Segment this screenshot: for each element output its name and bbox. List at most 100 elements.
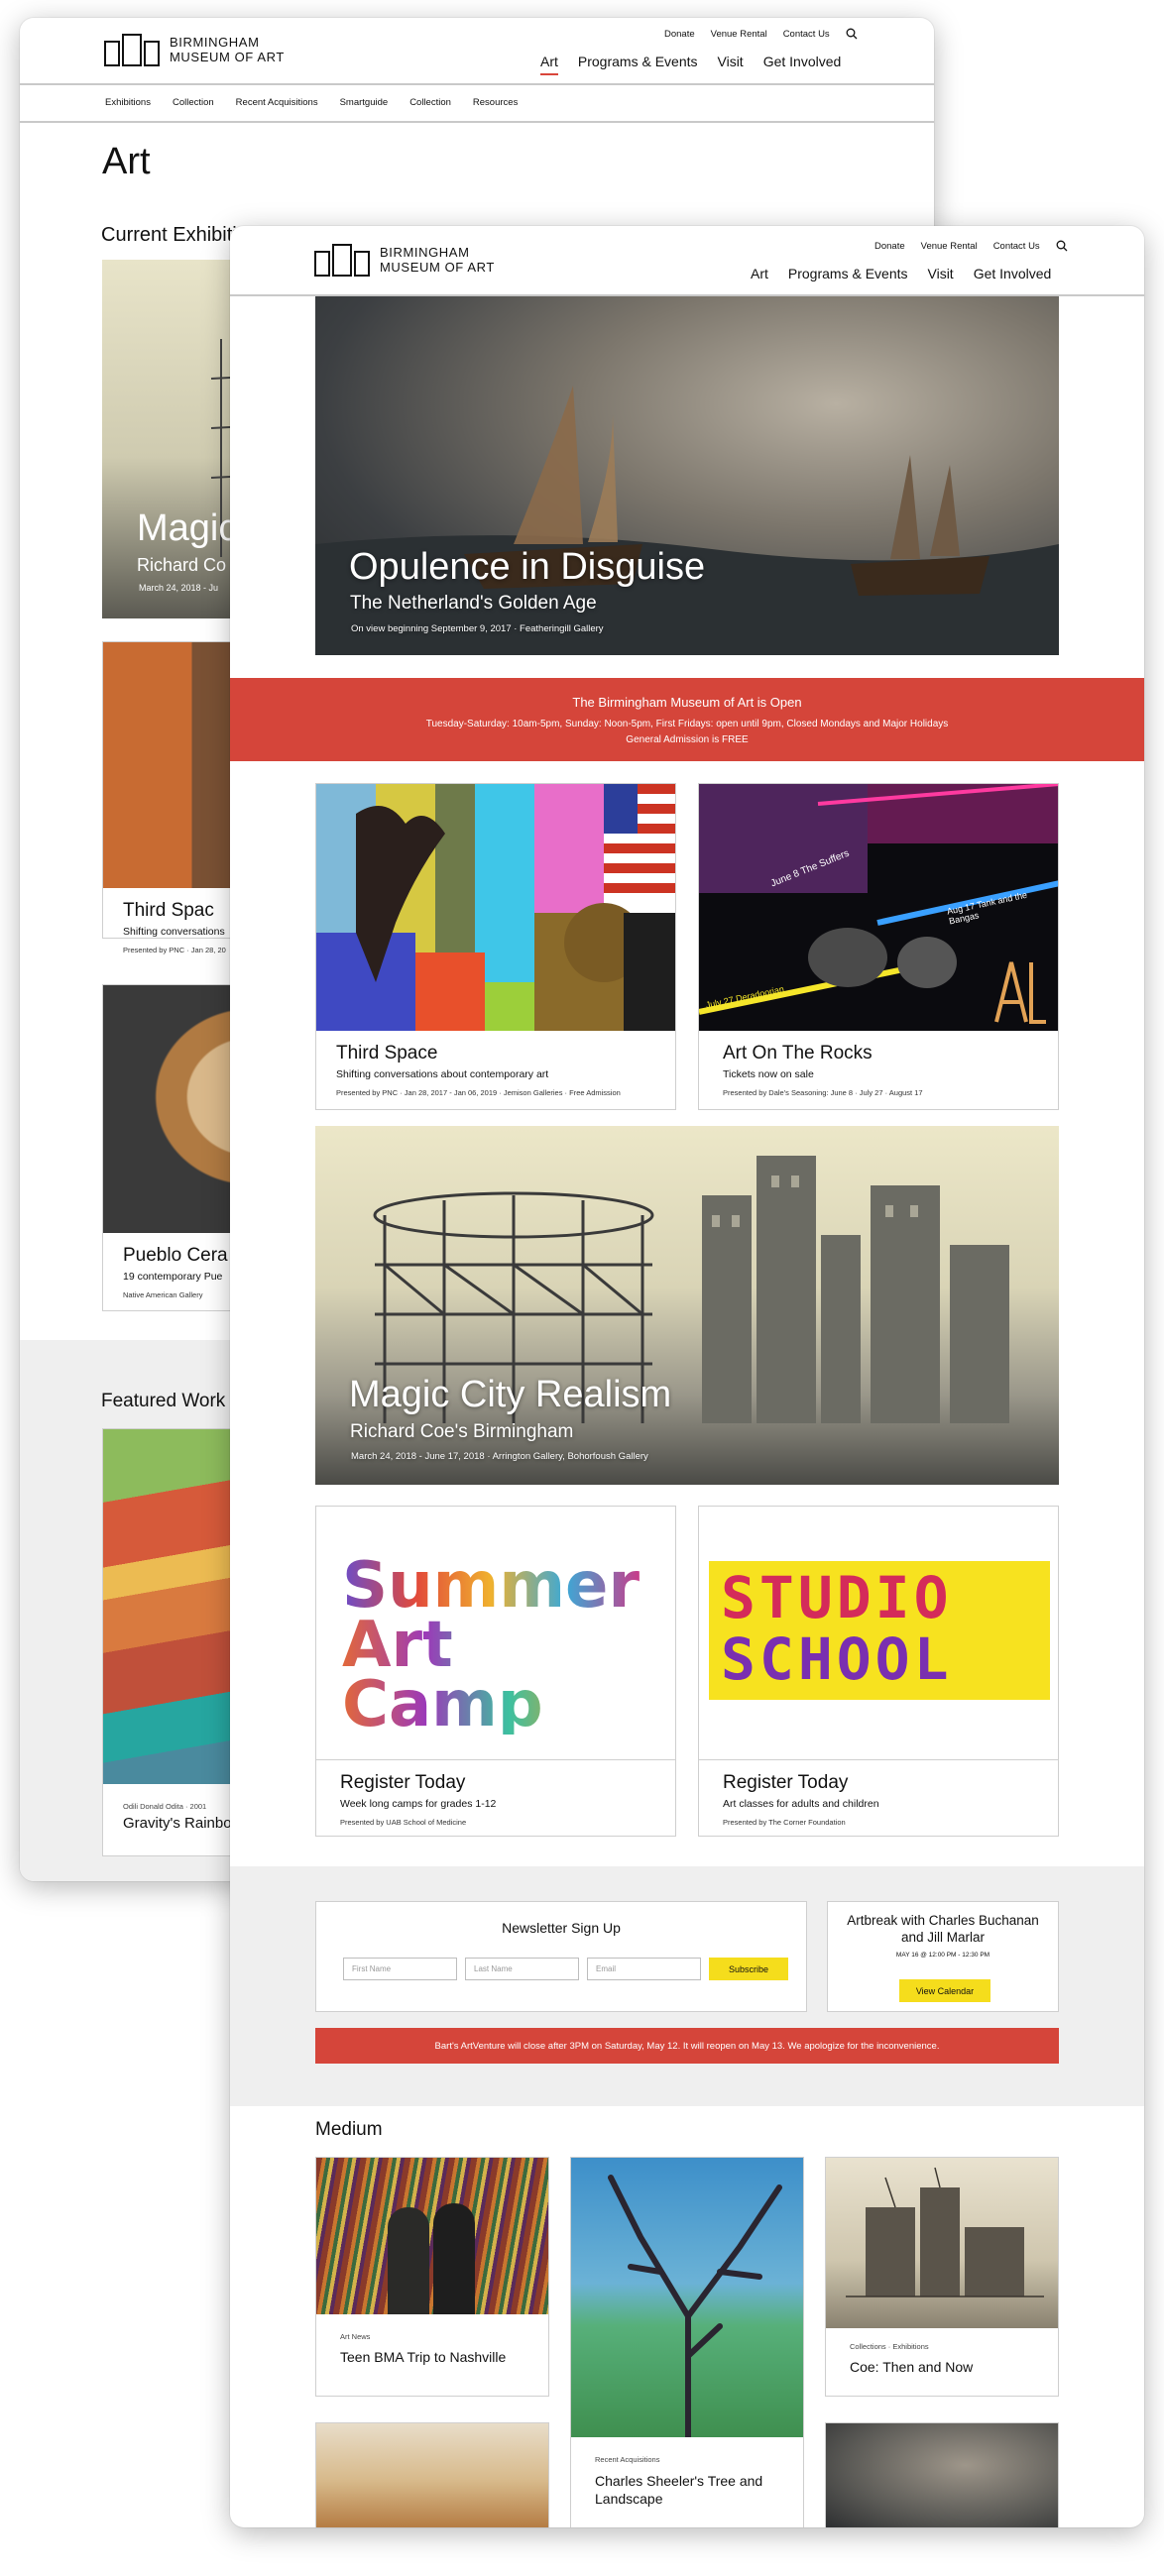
sheeler-tree-title: Charles Sheeler's Tree and Landscape	[595, 2473, 763, 2507]
art-on-rocks-meta: Presented by Dale's Seasoning: June 8 · …	[723, 1088, 923, 1097]
util-venue-rental[interactable]: Venue Rental	[921, 241, 978, 252]
magic-city-title: Magic City Realism	[349, 1374, 672, 1415]
medium-card-sheeler-tree[interactable]: Recent Acquisitions Charles Sheeler's Tr…	[570, 2157, 804, 2527]
brand-logo-front[interactable]: BIRMINGHAM MUSEUM OF ART	[314, 242, 495, 278]
card-third-space[interactable]: Third Space Shifting conversations about…	[315, 783, 676, 1110]
magic-city-subtitle: Richard Coe's Birmingham	[350, 1421, 574, 1442]
studio-school-caption: Register Today Art classes for adults an…	[699, 1760, 1058, 1836]
artbreak-date: MAY 16 @ 12:00 PM - 12:30 PM	[895, 1952, 990, 1959]
coe-tag: Collections · Exhibitions	[850, 2342, 929, 2351]
teen-bma-photo	[316, 2158, 548, 2314]
art-on-rocks-title: Art On The Rocks	[723, 1043, 873, 1064]
utility-nav: Donate Venue Rental Contact Us	[874, 240, 1068, 252]
artbreak-box: Artbreak with Charles Buchanan and Jill …	[827, 1901, 1059, 2012]
nav-programs-events[interactable]: Programs & Events	[578, 54, 698, 75]
util-donate[interactable]: Donate	[664, 29, 695, 40]
open-hours-banner: The Birmingham Museum of Art is Open Tue…	[230, 678, 1144, 761]
view-calendar-button[interactable]: View Calendar	[899, 1979, 990, 2002]
last-name-field[interactable]	[465, 1958, 579, 1980]
sheeler-tree-caption: Recent Acquisitions Charles Sheeler's Tr…	[571, 2437, 803, 2527]
ship-painting-photo	[826, 2423, 1058, 2527]
sheeler-tree-tag: Recent Acquisitions	[595, 2455, 660, 2464]
brand-logo[interactable]: BIRMINGHAM MUSEUM OF ART	[104, 32, 285, 67]
medium-heading: Medium	[315, 2119, 383, 2140]
artbreak-title[interactable]: Artbreak with Charles Buchanan and Jill …	[838, 1912, 1048, 1946]
hero-magic-city[interactable]: Magic City Realism Richard Coe's Birming…	[315, 1126, 1059, 1485]
back-magic-sub: Richard Co	[137, 555, 227, 575]
medium-card-gallery-interior[interactable]	[315, 2422, 549, 2527]
nav-art[interactable]: Art	[751, 266, 768, 285]
nav-get-involved[interactable]: Get Involved	[763, 54, 842, 75]
summer-camp-lettering-1: Summer	[342, 1549, 640, 1623]
open-banner-hours: Tuesday-Saturday: 10am-5pm, Sunday: Noon…	[425, 719, 949, 729]
gallery-interior-photo	[316, 2423, 548, 2527]
art-on-rocks-poster: June 8 The Suffers Aug 17 Tank and the B…	[699, 784, 1058, 1031]
subnav-exhibitions[interactable]: Exhibitions	[105, 97, 151, 108]
newsletter-heading: Newsletter Sign Up	[502, 1920, 621, 1936]
subnav-smartguide[interactable]: Smartguide	[340, 97, 389, 108]
card-art-on-the-rocks[interactable]: June 8 The Suffers Aug 17 Tank and the B…	[698, 783, 1059, 1110]
utility-nav: Donate Venue Rental Contact Us	[664, 28, 858, 40]
main-nav: Art Programs & Events Visit Get Involved	[540, 54, 841, 75]
third-space-caption: Third Space Shifting conversations about…	[316, 1031, 675, 1109]
medium-card-teen-bma[interactable]: Art News Teen BMA Trip to Nashville	[315, 2157, 549, 2397]
summer-camp-lettering-2: Art Camp	[342, 1614, 675, 1736]
subnav-divider	[20, 121, 934, 123]
teen-bma-title: Teen BMA Trip to Nashville	[340, 2349, 507, 2365]
search-icon[interactable]	[1056, 240, 1068, 252]
email-field[interactable]	[587, 1958, 701, 1980]
third-space-collage	[316, 784, 675, 1031]
hero-opulence[interactable]: Opulence in Disguise The Netherland's Go…	[315, 296, 1059, 655]
third-space-meta: Presented by PNC · Jan 28, 2017 - Jan 06…	[336, 1088, 621, 1097]
util-contact-us[interactable]: Contact Us	[993, 241, 1040, 252]
subnav-resources[interactable]: Resources	[473, 97, 518, 108]
subscribe-button[interactable]: Subscribe	[709, 1958, 788, 1980]
util-contact-us[interactable]: Contact Us	[783, 29, 830, 40]
art-on-rocks-caption: Art On The Rocks Tickets now on sale Pre…	[699, 1031, 1058, 1109]
brand-name: BIRMINGHAM MUSEUM OF ART	[380, 245, 495, 275]
closure-banner: Bart's ArtVenture will close after 3PM o…	[315, 2028, 1059, 2064]
hero-title: Opulence in Disguise	[349, 546, 706, 588]
summer-camp-title: Register Today	[340, 1772, 466, 1793]
first-name-field[interactable]	[343, 1958, 457, 1980]
main-nav: Art Programs & Events Visit Get Involved	[751, 266, 1051, 285]
util-venue-rental[interactable]: Venue Rental	[711, 29, 767, 40]
logo-mark-icon	[104, 34, 160, 66]
front-browser-window: BIRMINGHAM MUSEUM OF ART Donate Venue Ren…	[230, 226, 1144, 2527]
medium-card-ship-painting[interactable]	[825, 2422, 1059, 2527]
search-icon[interactable]	[846, 28, 858, 40]
nav-art[interactable]: Art	[540, 54, 558, 75]
coe-caption: Collections · Exhibitions Coe: Then and …	[826, 2328, 1058, 2396]
subnav-collection-2[interactable]: Collection	[409, 97, 451, 108]
third-space-sub: Shifting conversations about contemporar…	[336, 1068, 549, 1080]
nav-programs-events[interactable]: Programs & Events	[788, 266, 908, 285]
nav-visit[interactable]: Visit	[928, 266, 954, 285]
featured-heading: Featured Work	[101, 1391, 226, 1411]
studio-school-meta: Presented by The Corner Foundation	[723, 1818, 846, 1827]
magic-city-meta: March 24, 2018 - June 17, 2018 · Arringt…	[351, 1451, 648, 1462]
medium-card-coe[interactable]: Collections · Exhibitions Coe: Then and …	[825, 2157, 1059, 2397]
subnav-collection[interactable]: Collection	[173, 97, 214, 108]
teen-bma-figure-1	[388, 2207, 429, 2314]
nav-visit[interactable]: Visit	[718, 54, 744, 75]
logo-mark-icon	[314, 244, 370, 277]
subnav-recent-acquisitions[interactable]: Recent Acquisitions	[236, 97, 318, 108]
third-space-title: Third Space	[336, 1043, 438, 1064]
studio-school-sub: Art classes for adults and children	[723, 1798, 879, 1810]
coe-etching	[826, 2158, 1058, 2328]
newsletter-box: Newsletter Sign Up Subscribe	[315, 1901, 807, 2012]
studio-school-lettering-1: STUDIO	[721, 1564, 953, 1631]
util-donate[interactable]: Donate	[874, 241, 905, 252]
back-magic-meta: March 24, 2018 - Ju	[139, 583, 219, 593]
open-banner-title: The Birmingham Museum of Art is Open	[572, 695, 802, 710]
hero-subtitle: The Netherland's Golden Age	[350, 593, 597, 614]
teen-bma-caption: Art News Teen BMA Trip to Nashville	[316, 2314, 548, 2396]
back-magic-title: Magic	[137, 507, 238, 549]
card-summer-art-camp[interactable]: Summer Art Camp Register Today Week long…	[315, 1506, 676, 1837]
third-space-art	[316, 784, 675, 1031]
card-studio-school[interactable]: STUDIO SCHOOL Register Today Art classes…	[698, 1506, 1059, 1837]
studio-school-title: Register Today	[723, 1772, 849, 1793]
nav-get-involved[interactable]: Get Involved	[974, 266, 1052, 285]
brand-name: BIRMINGHAM MUSEUM OF ART	[170, 35, 285, 64]
closure-banner-text: Bart's ArtVenture will close after 3PM o…	[434, 2041, 940, 2052]
